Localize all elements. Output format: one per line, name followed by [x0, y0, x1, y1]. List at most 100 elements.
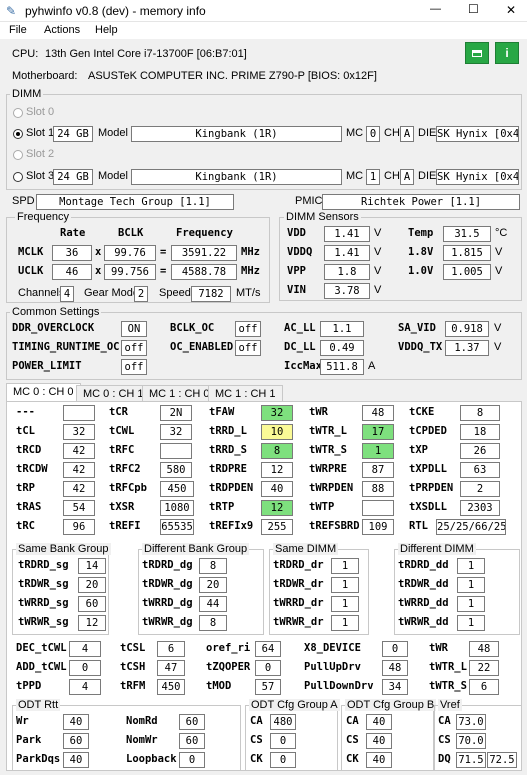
- v18-value: 1.815: [443, 245, 491, 261]
- misc-oref-ri-value: 64: [255, 641, 281, 657]
- gear-mode-label: Gear Mode: [84, 287, 140, 299]
- twrwr-dd-value: 1: [457, 615, 485, 631]
- uclk-bclk: 99.756: [104, 264, 156, 280]
- tcke-value: 8: [460, 405, 500, 421]
- vpp-label: VPP: [287, 265, 306, 277]
- channels-value: 4: [60, 286, 74, 302]
- trdwr-dg-value: 20: [199, 577, 227, 593]
- tab-mc0-ch0[interactable]: MC 0 : CH 0: [6, 383, 81, 402]
- odt-b-ck-value: 40: [366, 752, 392, 768]
- slot0-label: Slot 0: [26, 106, 55, 118]
- slot3-die: SK Hynix [0x4D]: [436, 169, 519, 185]
- tras-value: 54: [63, 500, 95, 516]
- misc-pulldowndrv-value: 34: [382, 679, 408, 695]
- trdpre-value: 12: [261, 462, 293, 478]
- blank-label: ---: [16, 406, 35, 418]
- misc-add-tcwl-label: ADD_tCWL: [16, 661, 67, 673]
- dimm-sensors-title: DIMM Sensors: [284, 211, 361, 223]
- minimize-icon[interactable]: —: [430, 3, 441, 15]
- tab-mc1-ch1[interactable]: MC 1 : CH 1: [208, 385, 283, 402]
- bclk-oc-value: off: [235, 321, 261, 337]
- txsdll-label: tXSDLL: [409, 501, 447, 513]
- txp-label: tXP: [409, 444, 428, 456]
- uclk-rate: 46: [52, 264, 92, 280]
- slot3-radio[interactable]: [13, 172, 23, 182]
- tprpden-label: tPRPDEN: [409, 482, 454, 494]
- window-title: pyhwinfo v0.8 (dev) - memory info: [25, 4, 206, 18]
- slot1-model: Kingbank (1R): [131, 126, 342, 142]
- trfc-label: tRFC: [109, 444, 135, 456]
- close-icon[interactable]: ✕: [506, 3, 516, 17]
- blank-value: [63, 405, 95, 421]
- trefi-value: 65535: [160, 519, 194, 535]
- maximize-icon[interactable]: ☐: [468, 2, 479, 16]
- save-button[interactable]: [465, 42, 489, 64]
- trdpden-label: tRDPDEN: [209, 482, 254, 494]
- twrwr-dg-label: tWRWR_dg: [142, 616, 193, 628]
- sa-vid-unit: V: [494, 322, 502, 334]
- tcr-label: tCR: [109, 406, 128, 418]
- odt-a-ca-label: CA: [250, 715, 263, 727]
- vddq-tx-value: 1.37: [445, 340, 489, 356]
- twrwr-dg-value: 8: [199, 615, 227, 631]
- tcpded-value: 18: [460, 424, 500, 440]
- odt-rtt-parkdqs-label: ParkDqs: [16, 753, 61, 765]
- mclk-x: x: [95, 246, 102, 258]
- odt-rtt-park-label: Park: [16, 734, 42, 746]
- trdrd-dr-value: 1: [331, 558, 359, 574]
- timing-runtime-oc-value: off: [121, 340, 147, 356]
- slot1-radio[interactable]: [13, 129, 23, 139]
- common-settings-title: Common Settings: [10, 306, 102, 318]
- slot3-model: Kingbank (1R): [131, 169, 342, 185]
- trtp-label: tRTP: [209, 501, 235, 513]
- misc-trfm-value: 450: [157, 679, 185, 695]
- misc-twtr-l-label: tWTR_L: [429, 661, 467, 673]
- dc-ll-label: DC_LL: [284, 341, 316, 353]
- tfaw-value: 32: [261, 405, 293, 421]
- ddr-overclock-label: DDR_OVERCLOCK: [12, 322, 95, 334]
- odt-rtt-loopback-value: 0: [179, 752, 205, 768]
- slot3-ch: A: [400, 169, 414, 185]
- vref-ca-value: 73.0: [456, 714, 486, 730]
- twrpden-label: tWRPDEN: [309, 482, 354, 494]
- misc-tcsl-label: tCSL: [120, 642, 146, 654]
- tcke-label: tCKE: [409, 406, 435, 418]
- sa-vid-label: SA_VID: [398, 322, 436, 334]
- misc-tmod-label: tMOD: [206, 680, 232, 692]
- odt-b-ca-value: 40: [366, 714, 392, 730]
- twtp-value: [362, 500, 394, 516]
- vdd-value: 1.41: [324, 226, 370, 242]
- trfc-value: [160, 443, 192, 459]
- oc-enabled-value: off: [235, 340, 261, 356]
- misc-tcsh-value: 47: [157, 660, 185, 676]
- tab-mc0-ch1[interactable]: MC 0 : CH 1: [76, 385, 151, 402]
- info-button[interactable]: i: [495, 42, 519, 64]
- v18-label: 1.8V: [408, 246, 434, 258]
- misc-pullupdrv-label: PullUpDrv: [304, 661, 361, 673]
- trrd-s-label: tRRD_S: [209, 444, 247, 456]
- twtr-s-value: 1: [362, 443, 394, 459]
- trefsbrd-label: tREFSBRD: [309, 520, 360, 532]
- sbg-title: Same Bank Group: [16, 543, 111, 555]
- slot0-radio[interactable]: [13, 108, 23, 118]
- vref-cs-value: 70.0: [456, 733, 486, 749]
- trefi-label: tREFI: [109, 520, 141, 532]
- misc-twtr-l-value: 22: [469, 660, 499, 676]
- v18-unit: V: [495, 246, 503, 258]
- menu-help[interactable]: Help: [95, 24, 118, 36]
- twrrd-dr-value: 1: [331, 596, 359, 612]
- power-limit-value: off: [121, 359, 147, 375]
- odt-rtt-wr-label: Wr: [16, 715, 29, 727]
- vddq-tx-unit: V: [494, 341, 502, 353]
- trdwr-dr-label: tRDWR_dr: [273, 578, 324, 590]
- slot2-radio[interactable]: [13, 150, 23, 160]
- odt-b-cs-value: 40: [366, 733, 392, 749]
- twrrd-sg-value: 60: [78, 596, 106, 612]
- mclk-eq: =: [160, 246, 167, 258]
- tab-mc1-ch0[interactable]: MC 1 : CH 0: [142, 385, 217, 402]
- menu-actions[interactable]: Actions: [44, 24, 80, 36]
- trrd-l-label: tRRD_L: [209, 425, 247, 437]
- trdwr-sg-value: 20: [78, 577, 106, 593]
- vref-cs-label: CS: [438, 734, 451, 746]
- menu-file[interactable]: File: [9, 24, 27, 36]
